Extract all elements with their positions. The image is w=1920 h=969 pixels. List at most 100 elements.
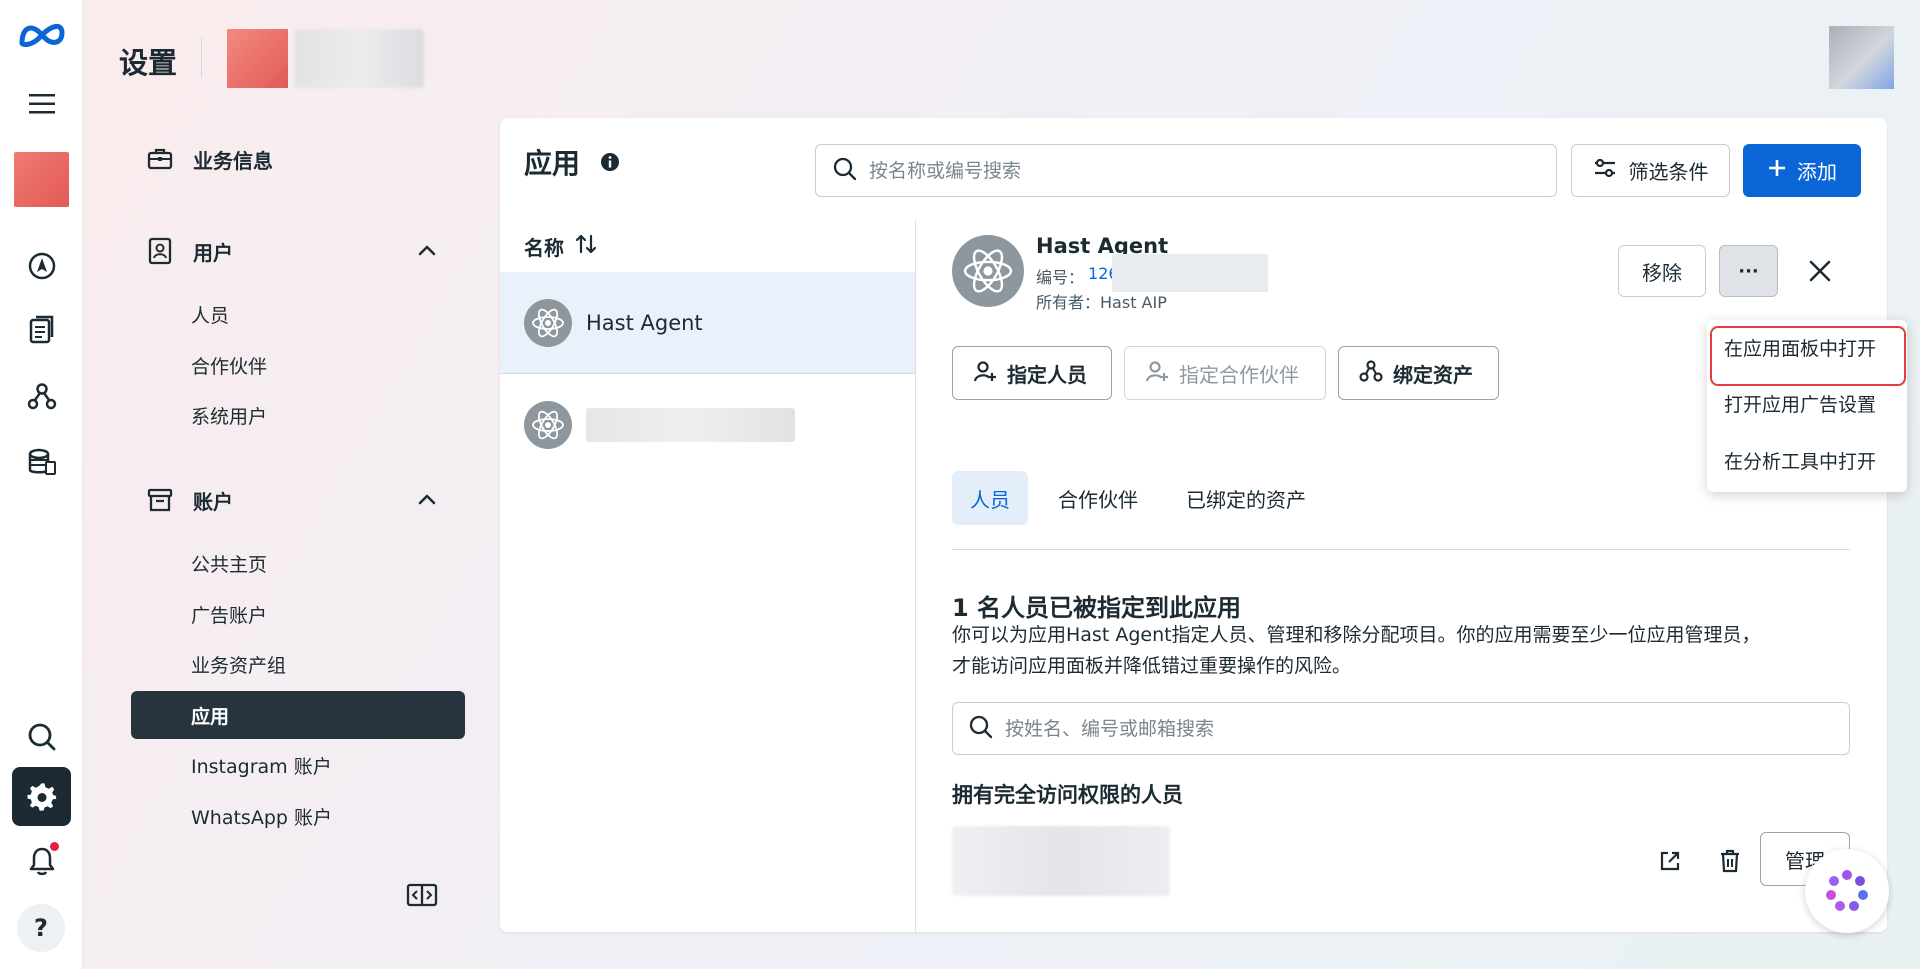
app-atom-icon <box>952 235 1024 307</box>
notifications-bell-icon[interactable] <box>0 837 83 885</box>
add-button-label: 添加 <box>1797 160 1837 184</box>
trash-icon[interactable] <box>1714 845 1746 877</box>
user-avatar[interactable] <box>1829 26 1894 89</box>
description-line-2: 才能访问应用面板并降低错过重要操作的风险。 <box>952 655 1352 677</box>
sidebar-item-system-users[interactable]: 系统用户 <box>131 391 465 439</box>
archive-box-icon <box>146 487 174 513</box>
navigation-icon[interactable] <box>0 242 83 290</box>
sidebar-item-whatsapp-accounts[interactable]: WhatsApp 账户 <box>131 792 465 840</box>
info-icon[interactable] <box>599 151 621 177</box>
sidebar-section-accounts[interactable]: 账户 <box>131 476 465 524</box>
business-portfolio-name-redacted[interactable] <box>294 29 424 88</box>
search-icon[interactable] <box>0 713 83 761</box>
people-search-input[interactable] <box>1005 717 1812 740</box>
app-atom-icon <box>524 401 572 449</box>
assign-partner-button[interactable]: 指定合作伙伴 <box>1124 346 1326 400</box>
tab-people[interactable]: 人员 <box>952 471 1028 525</box>
bind-assets-button[interactable]: 绑定资产 <box>1338 346 1499 400</box>
list-header-label: 名称 <box>524 236 564 260</box>
filter-button[interactable]: 筛选条件 <box>1571 144 1730 197</box>
app-id-label: 编号： <box>1036 268 1085 287</box>
assign-partner-label: 指定合作伙伴 <box>1179 362 1299 387</box>
external-link-icon[interactable] <box>1654 845 1686 877</box>
add-person-icon <box>973 359 997 388</box>
app-owner-label: 所有者： <box>1036 293 1101 312</box>
tab-divider <box>952 549 1850 550</box>
app-search-input[interactable] <box>869 159 1535 182</box>
sidebar-section-label: 用户 <box>193 240 233 265</box>
sliders-icon <box>1593 157 1617 184</box>
assets-icon <box>1359 359 1383 388</box>
sidebar-section-users[interactable]: 用户 <box>131 227 465 275</box>
remove-button[interactable]: 移除 <box>1618 245 1706 297</box>
assign-people-label: 指定人员 <box>1007 362 1087 387</box>
people-search-box[interactable] <box>952 702 1850 755</box>
chevron-up-icon[interactable] <box>416 489 438 515</box>
business-portfolio-avatar[interactable] <box>227 29 288 88</box>
sidebar-item-partners[interactable]: 合作伙伴 <box>131 341 465 389</box>
sidebar-item-apps[interactable]: 应用 <box>131 691 465 739</box>
add-person-icon <box>1145 359 1169 388</box>
assigned-people-description: 你可以为应用Hast Agent指定人员、管理和移除分配项目。你的应用需要至少一… <box>952 620 1852 682</box>
app-list-item-selected[interactable]: Hast Agent <box>500 272 915 374</box>
billing-icon[interactable] <box>0 438 83 486</box>
more-options-button[interactable]: ··· <box>1719 245 1778 297</box>
apps-panel <box>500 118 1887 932</box>
settings-gear-icon[interactable] <box>12 767 71 826</box>
assign-people-button[interactable]: 指定人员 <box>952 346 1112 400</box>
app-id-redacted <box>1112 254 1268 292</box>
app-owner-value: Hast AIP <box>1100 293 1167 312</box>
app-list-item[interactable] <box>500 374 915 476</box>
header-divider <box>201 38 202 78</box>
sidebar-item-ad-accounts[interactable]: 广告账户 <box>131 590 465 638</box>
bind-assets-label: 绑定资产 <box>1393 362 1473 387</box>
app-list-item-name-redacted <box>586 408 795 442</box>
sidebar-section-label: 账户 <box>193 489 233 514</box>
sidebar-item-people[interactable]: 人员 <box>131 290 465 338</box>
app-search-box[interactable] <box>815 144 1557 197</box>
help-icon[interactable]: ? <box>17 904 65 952</box>
app-owner: 所有者：Hast AIP <box>1036 289 1167 313</box>
menu-item-open-app-ad-settings[interactable]: 打开应用广告设置 <box>1724 390 1876 417</box>
panel-title: 应用 <box>524 147 581 180</box>
add-button[interactable]: 添加 <box>1743 144 1861 197</box>
filter-button-label: 筛选条件 <box>1628 160 1709 184</box>
sidebar-item-label: 业务信息 <box>193 148 273 173</box>
plus-icon <box>1767 158 1787 183</box>
highlight-box <box>1710 326 1906 386</box>
search-icon <box>833 157 857 185</box>
description-line-1: 你可以为应用Hast Agent指定人员、管理和移除分配项目。你的应用需要至少一… <box>952 624 1761 646</box>
app-detail-id: 编号： 126 <box>1036 264 1119 288</box>
chevron-up-icon[interactable] <box>416 240 438 266</box>
assigned-people-title: 1 名人员已被指定到此应用 <box>952 594 1242 622</box>
tab-partners[interactable]: 合作伙伴 <box>1040 471 1156 525</box>
list-header-name[interactable]: 名称 <box>524 232 598 261</box>
collapse-sidebar-icon[interactable] <box>406 882 438 912</box>
page-title: 设置 <box>119 46 178 80</box>
menu-icon[interactable] <box>0 80 83 128</box>
list-divider <box>915 220 916 932</box>
close-icon[interactable] <box>1804 255 1836 287</box>
left-rail: ? <box>0 0 83 969</box>
sidebar-item-instagram-accounts[interactable]: Instagram 账户 <box>131 741 465 789</box>
search-icon <box>969 715 993 743</box>
user-badge-icon <box>146 237 174 265</box>
integrations-icon[interactable] <box>0 372 83 420</box>
notification-badge <box>50 842 59 851</box>
ai-assistant-icon[interactable] <box>1805 849 1889 933</box>
detail-tabs: 人员 合作伙伴 已绑定的资产 <box>952 471 1336 525</box>
sidebar-item-pages[interactable]: 公共主页 <box>131 539 465 587</box>
app-atom-icon <box>524 298 572 347</box>
person-redacted <box>952 826 1170 896</box>
sidebar-item-business-asset-groups[interactable]: 业务资产组 <box>131 640 465 688</box>
full-access-title: 拥有完全访问权限的人员 <box>952 783 1183 807</box>
business-avatar[interactable] <box>14 152 69 207</box>
menu-item-open-in-analytics[interactable]: 在分析工具中打开 <box>1724 447 1876 474</box>
meta-logo-icon[interactable] <box>0 10 83 58</box>
briefcase-icon <box>146 147 174 171</box>
sort-icon[interactable] <box>574 233 598 260</box>
tab-bound-assets[interactable]: 已绑定的资产 <box>1168 471 1324 525</box>
app-list-item-name: Hast Agent <box>586 310 703 335</box>
sidebar-item-business-info[interactable]: 业务信息 <box>131 135 465 183</box>
documents-icon[interactable] <box>0 306 83 354</box>
